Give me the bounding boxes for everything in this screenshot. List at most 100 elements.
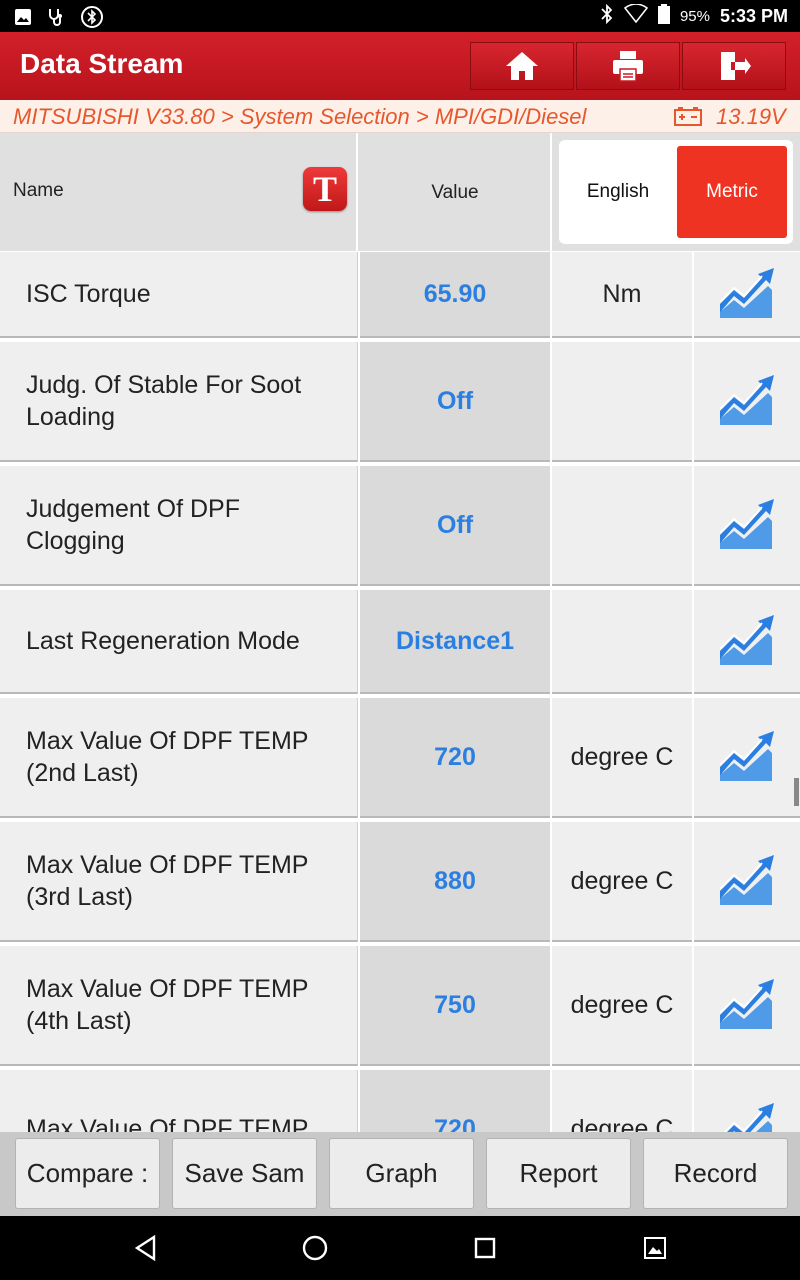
voltage-readout: 13.19V [716, 104, 786, 129]
line-chart-icon[interactable] [718, 495, 776, 556]
recents-button[interactable] [469, 1232, 501, 1264]
row-unit-cell: degree C [552, 1070, 692, 1132]
column-header-name[interactable]: Name T [0, 133, 358, 251]
table-row[interactable]: Judgement Of DPF Clogging Off [0, 466, 800, 586]
gallery-icon [644, 1237, 666, 1259]
line-chart-icon[interactable] [718, 264, 776, 325]
data-stream-list[interactable]: ISC Torque 65.90 Nm Judg. Of Stable For Soo… [0, 252, 800, 1132]
table-row[interactable]: Last Regeneration Mode Distance1 [0, 590, 800, 694]
screenshot-button[interactable] [639, 1232, 671, 1264]
square-recents-icon [474, 1237, 496, 1259]
exit-button[interactable] [682, 42, 786, 90]
unit-english-option[interactable]: English [559, 140, 677, 244]
row-name: Max Value Of DPF TEMP [26, 1115, 309, 1132]
bottom-toolbar: Compare : Save Sam Graph Report Record [0, 1132, 800, 1216]
line-chart-icon[interactable] [718, 1099, 776, 1132]
row-value-cell: Distance1 [360, 590, 550, 694]
bluetooth-icon [600, 3, 614, 29]
row-graph-button[interactable] [694, 590, 800, 694]
bluetooth-badge-icon [80, 5, 104, 34]
row-name-cell: Max Value Of DPF TEMP (2nd Last) [0, 698, 358, 818]
table-header: Name T Value English Metric [0, 133, 800, 251]
row-unit: degree C [570, 866, 674, 895]
row-name: Max Value Of DPF TEMP (2nd Last) [26, 727, 309, 787]
row-value: Off [436, 386, 474, 415]
line-chart-icon[interactable] [718, 975, 776, 1036]
row-unit-cell [552, 342, 692, 462]
record-button[interactable]: Record [643, 1138, 788, 1209]
row-name-cell: Max Value Of DPF TEMP (3rd Last) [0, 822, 358, 942]
row-name-cell: Judg. Of Stable For Soot Loading [0, 342, 358, 462]
row-value: 720 [434, 742, 476, 771]
stethoscope-icon [46, 7, 66, 32]
row-name-cell: Max Value Of DPF TEMP (4th Last) [0, 946, 358, 1066]
home-icon [506, 52, 538, 80]
status-bar: 95% 5:33 PM [0, 0, 800, 32]
row-value-cell: 65.90 [360, 252, 550, 338]
row-graph-button[interactable] [694, 698, 800, 818]
row-graph-button[interactable] [694, 252, 800, 338]
row-unit-cell: degree C [552, 946, 692, 1066]
scrollbar[interactable] [794, 778, 799, 806]
exit-icon [721, 52, 751, 80]
home-button[interactable] [470, 42, 574, 90]
line-chart-icon[interactable] [718, 371, 776, 432]
row-name-cell: Last Regeneration Mode [0, 590, 358, 694]
row-unit: degree C [570, 742, 674, 771]
row-value-cell: 880 [360, 822, 550, 942]
table-row[interactable]: Max Value Of DPF TEMP (4th Last) 750 degre… [0, 946, 800, 1066]
table-row[interactable]: Max Value Of DPF TEMP (2nd Last) 720 degre… [0, 698, 800, 818]
row-value: 720 [434, 1114, 476, 1133]
print-icon [613, 51, 643, 82]
row-name-cell: Judgement Of DPF Clogging [0, 466, 358, 586]
line-chart-icon[interactable] [718, 851, 776, 912]
row-value-cell: 750 [360, 946, 550, 1066]
unit-metric-option[interactable]: Metric [677, 146, 787, 238]
row-unit: Nm [602, 279, 642, 308]
row-graph-button[interactable] [694, 822, 800, 942]
system-nav-bar [0, 1216, 800, 1280]
breadcrumb-path: MITSUBISHI V33.80 > System Selection > M… [13, 104, 587, 129]
row-graph-button[interactable] [694, 946, 800, 1066]
row-unit-cell [552, 590, 692, 694]
row-unit: degree C [570, 990, 674, 1019]
row-value-cell: Off [360, 342, 550, 462]
graph-button[interactable]: Graph [329, 1138, 474, 1209]
row-name: Max Value Of DPF TEMP (3rd Last) [26, 851, 309, 911]
row-name: Judgement Of DPF Clogging [26, 495, 240, 555]
save-sample-button[interactable]: Save Sam [172, 1138, 317, 1209]
translate-icon[interactable]: T [303, 167, 347, 211]
line-chart-icon[interactable] [718, 611, 776, 672]
table-row[interactable]: Max Value Of DPF TEMP 720 degree C [0, 1070, 800, 1132]
row-value: 750 [434, 990, 476, 1019]
row-value: Off [436, 510, 474, 539]
row-unit-cell: degree C [552, 822, 692, 942]
print-button[interactable] [576, 42, 680, 90]
back-button[interactable] [130, 1232, 162, 1264]
compare-button[interactable]: Compare : [15, 1138, 160, 1209]
home-nav-button[interactable] [299, 1232, 331, 1264]
row-unit-cell: Nm [552, 252, 692, 338]
line-chart-icon[interactable] [718, 727, 776, 788]
image-icon [14, 8, 32, 31]
table-row[interactable]: ISC Torque 65.90 Nm [0, 252, 800, 338]
table-row[interactable]: Judg. Of Stable For Soot Loading Off [0, 342, 800, 462]
breadcrumb: MITSUBISHI V33.80 > System Selection > M… [0, 100, 800, 133]
row-value: 65.90 [423, 279, 487, 308]
clock: 5:33 PM [719, 6, 788, 26]
row-graph-button[interactable] [694, 342, 800, 462]
report-button[interactable]: Report [486, 1138, 631, 1209]
row-unit-cell [552, 466, 692, 586]
row-value: Distance1 [395, 626, 515, 655]
column-header-value: Value [360, 133, 552, 251]
row-value-cell: 720 [360, 698, 550, 818]
app-header: Data Stream [0, 32, 800, 100]
row-graph-button[interactable] [694, 466, 800, 586]
row-graph-button[interactable] [694, 1070, 800, 1132]
row-name: Last Regeneration Mode [26, 627, 300, 655]
unit-toggle[interactable]: English Metric [559, 140, 793, 244]
battery-icon [657, 4, 670, 29]
table-row[interactable]: Max Value Of DPF TEMP (3rd Last) 880 degre… [0, 822, 800, 942]
row-name: ISC Torque [26, 280, 151, 308]
row-unit: degree C [570, 1114, 674, 1133]
